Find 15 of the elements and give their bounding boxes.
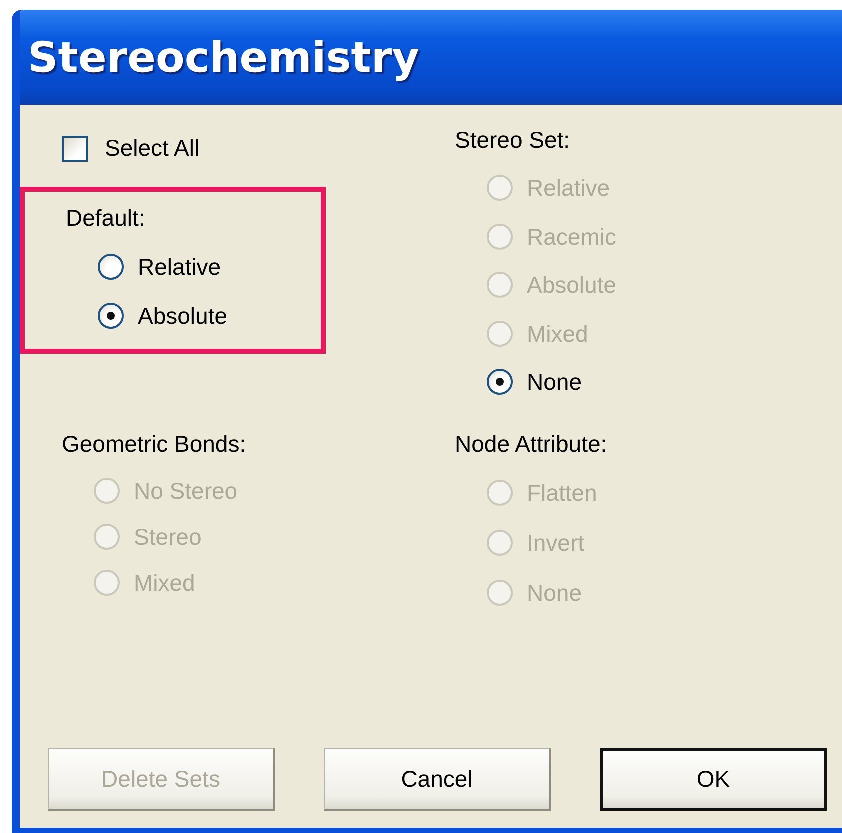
radio-label[interactable]: Relative bbox=[138, 254, 222, 280]
window-title: Stereochemistry bbox=[28, 33, 420, 82]
group-label: Node Attribute: bbox=[455, 430, 608, 456]
radio-label[interactable]: None bbox=[527, 369, 582, 396]
checkbox-label[interactable]: Select All bbox=[105, 135, 200, 162]
radio-button[interactable] bbox=[98, 302, 124, 328]
dialog-button[interactable]: Cancel bbox=[324, 748, 551, 811]
radio-button[interactable] bbox=[98, 254, 124, 280]
group-label: Geometric Bonds: bbox=[62, 430, 246, 456]
radio-label[interactable]: Absolute bbox=[138, 302, 228, 328]
group-label: Stereo Set: bbox=[455, 127, 570, 153]
radio-button[interactable] bbox=[487, 369, 513, 396]
group-label: Default: bbox=[66, 205, 146, 231]
checkbox[interactable] bbox=[62, 136, 88, 162]
ok-button[interactable]: OK bbox=[600, 748, 827, 811]
